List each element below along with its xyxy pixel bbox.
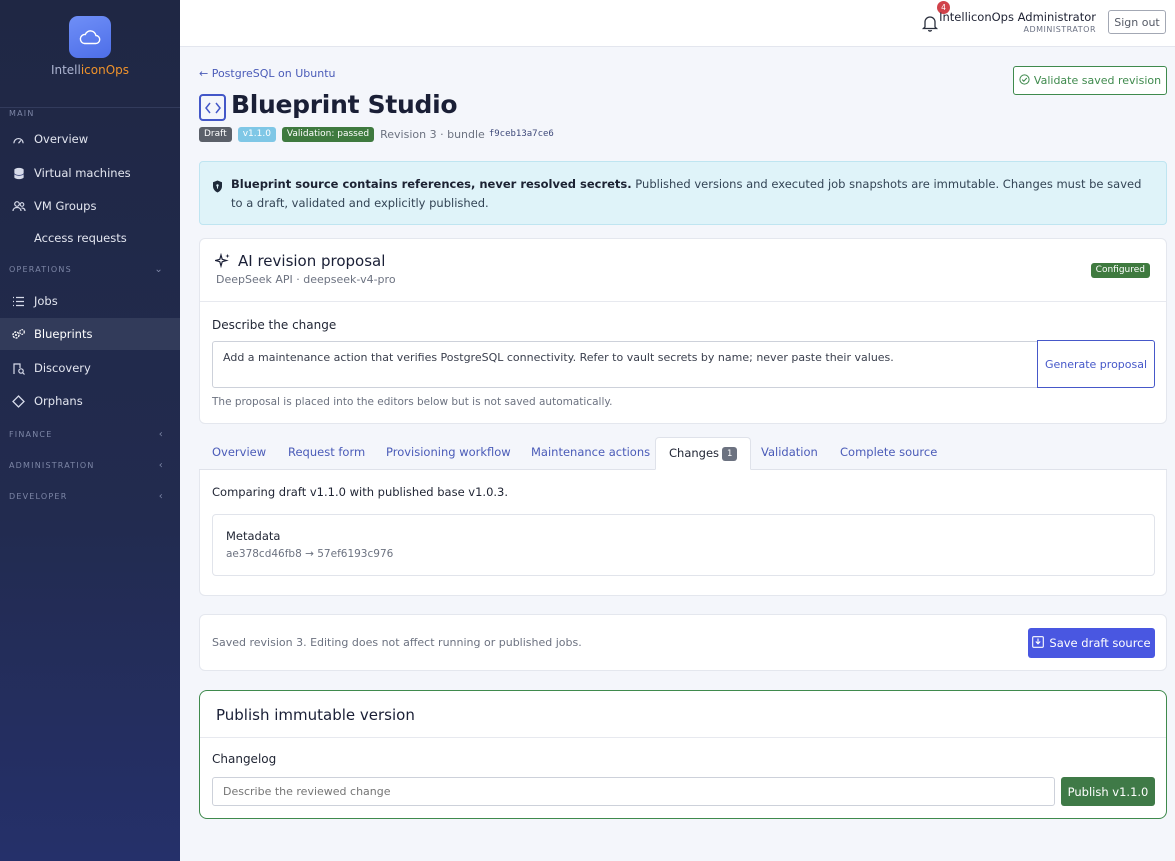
changes-count-badge: 1: [722, 447, 738, 461]
user-role: ADMINISTRATOR: [1023, 25, 1096, 34]
metadata-hash-diff: ae378cd46fb8 → 57ef6193c976: [226, 548, 394, 560]
metadata-title: Metadata: [226, 529, 281, 543]
metadata-change-box: Metadata ae378cd46fb8 → 57ef6193c976: [212, 514, 1155, 576]
tab-validation[interactable]: Validation: [761, 437, 818, 470]
save-draft-card: Saved revision 3. Editing does not affec…: [199, 614, 1167, 671]
publish-title: Publish immutable version: [216, 706, 415, 724]
gears-icon: [11, 327, 26, 342]
sidebar-item-overview[interactable]: Overview: [0, 123, 180, 155]
ai-card-header: AI revision proposal DeepSeek API · deep…: [200, 239, 1166, 302]
sidebar-item-label: Blueprints: [34, 327, 93, 341]
sidebar-item-jobs[interactable]: Jobs: [0, 285, 180, 317]
ai-revision-card: AI revision proposal DeepSeek API · deep…: [199, 238, 1167, 424]
editor-tabs: Overview Request form Provisioning workf…: [199, 437, 1167, 470]
check-circle-icon: [1019, 73, 1030, 88]
saved-revision-text: Saved revision 3. Editing does not affec…: [212, 636, 582, 649]
section-developer[interactable]: DEVELOPER ‹: [0, 491, 180, 502]
blueprint-meta-row: Draft v1.1.0 Validation: passed Revision…: [199, 126, 554, 142]
tab-complete-source[interactable]: Complete source: [840, 437, 937, 470]
chevron-left-icon: ‹: [158, 460, 164, 471]
changelog-input[interactable]: [212, 777, 1055, 806]
save-draft-source-button[interactable]: Save draft source: [1028, 628, 1155, 658]
code-icon: [199, 94, 226, 121]
sidebar-item-label: Discovery: [34, 361, 91, 375]
bell-icon[interactable]: [921, 14, 939, 32]
sign-out-button[interactable]: Sign out: [1108, 10, 1166, 34]
chevron-down-icon: ⌄: [154, 264, 164, 275]
sidebar-item-orphans[interactable]: Orphans: [0, 385, 180, 417]
changes-panel: Comparing draft v1.1.0 with published ba…: [199, 470, 1167, 596]
validate-saved-revision-button[interactable]: Validate saved revision: [1013, 66, 1167, 95]
sidebar: IntelliconOps MAIN Overview Virtual mach…: [0, 0, 180, 861]
changelog-label: Changelog: [212, 752, 277, 766]
tab-overview[interactable]: Overview: [212, 437, 266, 470]
sidebar-item-label: VM Groups: [34, 199, 97, 213]
sparkles-icon: [213, 252, 231, 272]
chevron-left-icon: ‹: [158, 429, 164, 440]
building-search-icon: [11, 361, 26, 376]
change-description-textarea[interactable]: Add a maintenance action that verifies P…: [212, 341, 1038, 388]
section-finance[interactable]: FINANCE ‹: [0, 429, 180, 440]
version-badge: v1.1.0: [237, 126, 276, 142]
bundle-hash: f9ceb13a7ce6: [488, 129, 554, 139]
proposal-hint: The proposal is placed into the editors …: [212, 396, 613, 408]
page-title: Blueprint Studio: [231, 90, 458, 119]
cloud-logo-icon[interactable]: [69, 16, 111, 58]
publish-card-header: Publish immutable version: [200, 691, 1166, 738]
sidebar-item-vm-groups[interactable]: VM Groups: [0, 190, 180, 222]
brand: IntelliconOps: [0, 16, 180, 108]
tab-changes-label: Changes: [669, 446, 720, 460]
dashboard-icon: [11, 132, 26, 147]
describe-change-label: Describe the change: [212, 318, 337, 332]
save-icon: [1032, 635, 1045, 651]
list-icon: [11, 294, 26, 309]
sidebar-item-label: Access requests: [34, 231, 127, 245]
shield-icon: [212, 180, 223, 199]
sidebar-item-label: Jobs: [34, 294, 58, 308]
sidebar-item-label: Virtual machines: [34, 166, 131, 180]
diamond-icon: [11, 394, 26, 409]
generate-proposal-button[interactable]: Generate proposal: [1037, 340, 1155, 388]
configured-badge: Configured: [1090, 263, 1150, 278]
user-name[interactable]: IntelliconOps Administrator: [939, 10, 1096, 24]
publish-card: Publish immutable version Changelog Publ…: [199, 690, 1167, 819]
publish-version-button[interactable]: Publish v1.1.0: [1061, 777, 1155, 806]
revision-text: Revision 3 · bundle: [380, 127, 485, 141]
section-main: MAIN: [9, 109, 35, 118]
database-icon: [11, 166, 26, 181]
validation-badge: Validation: passed: [281, 126, 375, 142]
tab-provisioning-workflow[interactable]: Provisioning workflow: [386, 437, 511, 470]
section-administration[interactable]: ADMINISTRATION ‹: [0, 460, 180, 471]
sidebar-item-access-requests[interactable]: Access requests: [0, 222, 180, 254]
comparison-text: Comparing draft v1.1.0 with published ba…: [212, 485, 509, 499]
brand-name: IntelliconOps: [50, 63, 130, 77]
ai-card-title: AI revision proposal: [238, 252, 386, 270]
top-bar: 4 IntelliconOps Administrator ADMINISTRA…: [180, 0, 1175, 47]
sidebar-item-virtual-machines[interactable]: Virtual machines: [0, 157, 180, 189]
sidebar-item-discovery[interactable]: Discovery: [0, 352, 180, 384]
sidebar-item-label: Overview: [34, 132, 89, 146]
users-icon: [11, 199, 26, 214]
validate-label: Validate saved revision: [1033, 74, 1162, 87]
save-button-label: Save draft source: [1049, 636, 1151, 650]
tab-changes[interactable]: Changes 1: [655, 437, 752, 470]
secrets-info-alert: Blueprint source contains references, ne…: [199, 161, 1167, 225]
ai-model-subtitle: DeepSeek API · deepseek-v4-pro: [216, 273, 396, 286]
back-link[interactable]: ← PostgreSQL on Ubuntu: [199, 67, 336, 80]
sidebar-item-blueprints[interactable]: Blueprints: [0, 318, 180, 350]
section-operations[interactable]: OPERATIONS ⌄: [0, 264, 180, 275]
tab-maintenance-actions[interactable]: Maintenance actions: [531, 437, 650, 470]
chevron-left-icon: ‹: [158, 491, 164, 502]
sidebar-item-label: Orphans: [34, 394, 83, 408]
alert-bold-text: Blueprint source contains references, ne…: [231, 177, 632, 191]
draft-badge: Draft: [199, 126, 232, 142]
tab-request-form[interactable]: Request form: [288, 437, 365, 470]
